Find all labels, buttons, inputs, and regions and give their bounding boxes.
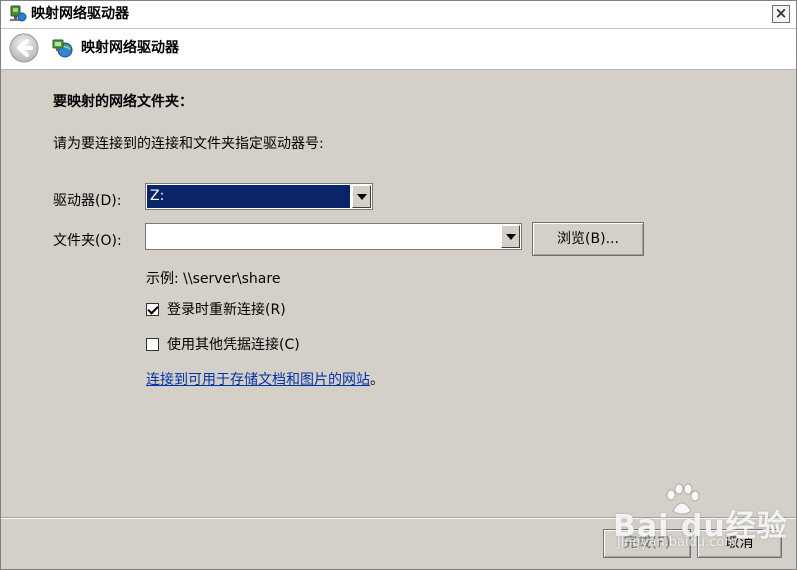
folder-label: 文件夹(O):: [53, 233, 122, 249]
reconnect-label[interactable]: 登录时重新连接(R): [167, 301, 286, 319]
other-credentials-label[interactable]: 使用其他凭据连接(C): [167, 336, 300, 354]
website-link[interactable]: 连接到可用于存储文档和图片的网站: [146, 372, 370, 388]
network-globe-icon: [51, 37, 73, 59]
wizard-content: 要映射的网络文件夹： 请为要连接到的连接和文件夹指定驱动器号: 驱动器(D): …: [1, 70, 796, 516]
folder-input[interactable]: [145, 223, 522, 250]
link-suffix: 。: [370, 372, 384, 388]
finish-button[interactable]: 完成(F): [603, 529, 691, 558]
drive-select-value: Z:: [147, 185, 350, 208]
browse-button[interactable]: 浏览(B)...: [532, 222, 644, 256]
cancel-button[interactable]: 取消: [697, 529, 782, 558]
network-drive-icon: [9, 5, 27, 23]
title-bar: 映射网络驱动器 ×: [1, 1, 796, 29]
wizard-title: 映射网络驱动器: [81, 40, 179, 56]
chevron-down-icon[interactable]: [352, 185, 371, 208]
window-title: 映射网络驱动器: [31, 6, 129, 22]
other-credentials-checkbox[interactable]: [146, 338, 159, 351]
example-text: 示例: \\server\share: [146, 271, 281, 287]
folder-input-value[interactable]: [148, 225, 497, 248]
close-button[interactable]: ×: [772, 5, 790, 23]
drive-select[interactable]: Z:: [145, 183, 373, 210]
back-arrow-icon[interactable]: [8, 32, 40, 64]
website-link-row: 连接到可用于存储文档和图片的网站。: [146, 371, 384, 389]
chevron-down-icon[interactable]: [501, 225, 520, 248]
reconnect-checkbox[interactable]: [146, 303, 159, 316]
drive-label: 驱动器(D):: [53, 193, 122, 209]
map-network-drive-dialog: 映射网络驱动器 × 映射网络驱动器 要映射的网络文件夹： 请为要连接到的连接和文…: [0, 0, 797, 570]
instruction-text: 请为要连接到的连接和文件夹指定驱动器号:: [53, 136, 324, 152]
dialog-footer: 完成(F) 取消: [1, 517, 796, 570]
wizard-header: 映射网络驱动器: [1, 29, 796, 70]
section-title: 要映射的网络文件夹：: [53, 94, 193, 110]
